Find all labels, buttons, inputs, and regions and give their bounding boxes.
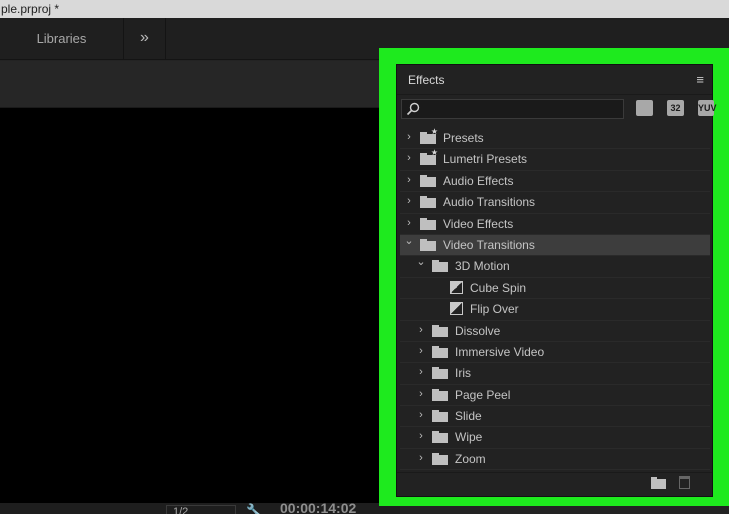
accelerated-effects-filter-button[interactable] [636, 100, 653, 116]
folder-icon [432, 410, 448, 423]
effects-tree: › ★ Presets › ★ Lumetri Presets › Audio Effects… [400, 128, 710, 474]
tree-row[interactable]: › Video Effects [400, 214, 710, 235]
tree-row-label: Flip Over [470, 302, 519, 317]
yuv-filter-button[interactable]: YUV [698, 100, 717, 116]
tree-row[interactable]: › Page Peel [400, 385, 710, 407]
tree-row[interactable]: › ★ Presets [400, 128, 710, 150]
tree-row-label: Page Peel [455, 387, 511, 402]
new-bin-icon[interactable] [651, 477, 666, 489]
chevron-right-icon[interactable]: › [416, 430, 426, 442]
tab-overflow-chevron-icon[interactable]: » [124, 18, 166, 60]
chevron-right-icon[interactable]: › [404, 152, 414, 164]
tree-row[interactable]: › Audio Transitions [400, 192, 710, 214]
tree-row[interactable]: ⌄ Video Transitions [400, 234, 710, 257]
folder-icon [432, 431, 448, 444]
chevron-right-icon[interactable]: › [404, 174, 414, 186]
tree-row-label: Slide [455, 409, 482, 424]
effects-panel-header: Effects ≡ [397, 65, 712, 95]
search-box[interactable] [401, 99, 624, 119]
tree-row-label: 3D Motion [455, 259, 510, 274]
folder-icon [420, 174, 436, 187]
32-bit-filter-button[interactable]: 32 [667, 100, 684, 116]
chevron-right-icon[interactable]: › [404, 131, 414, 143]
chevron-right-icon[interactable]: › [416, 452, 426, 464]
chevron-right-icon[interactable]: › [416, 345, 426, 357]
transition-icon [450, 302, 463, 316]
wrench-icon[interactable]: 🔧 [246, 503, 262, 514]
chevron-down-icon[interactable]: ⌄ [416, 255, 426, 268]
tree-row[interactable]: › Audio Effects [400, 171, 710, 193]
search-icon [406, 102, 420, 116]
preset-folder-icon: ★ [420, 128, 438, 144]
folder-icon [432, 367, 448, 380]
tree-row[interactable]: › Zoom [400, 449, 710, 471]
panel-title: Effects [408, 73, 445, 87]
chevron-down-icon[interactable]: ⌄ [404, 234, 414, 247]
search-row: 32 YUV [397, 95, 717, 123]
tree-row-label: Video Effects [443, 216, 514, 231]
tree-row[interactable]: › Iris [400, 363, 710, 385]
effects-panel: Effects ≡ 32 YUV › ★ Presets › ★ Lumetri Pres… [396, 64, 717, 497]
tree-row[interactable]: › Wipe [400, 427, 710, 449]
folder-icon [432, 324, 448, 337]
zoom-level-select[interactable]: 1/2 [166, 505, 236, 514]
tree-row[interactable]: › Dissolve [400, 321, 710, 342]
tree-row-label: Wipe [455, 430, 483, 445]
program-monitor-header [0, 61, 400, 108]
trash-icon[interactable] [679, 476, 690, 489]
window-title: ple.prproj * [0, 0, 729, 18]
tree-row[interactable]: › Slide [400, 406, 710, 428]
tree-row-label: Zoom [455, 451, 486, 466]
program-monitor-video [0, 108, 385, 503]
tree-row-label: Immersive Video [455, 344, 545, 359]
tree-row-label: Audio Effects [443, 173, 514, 188]
panel-footer [397, 472, 712, 496]
timecode: 00:00:14:02 [280, 503, 357, 514]
chevron-right-icon[interactable]: › [416, 366, 426, 378]
tree-row[interactable]: › ★ Lumetri Presets [400, 148, 710, 171]
folder-icon [432, 345, 448, 358]
tree-row[interactable]: Flip Over [400, 299, 710, 321]
folder-icon [432, 388, 448, 401]
tree-row-label: Iris [455, 366, 471, 381]
folder-icon [432, 452, 448, 465]
folder-icon [432, 260, 448, 273]
tree-row-label: Audio Transitions [443, 195, 536, 210]
panel-menu-icon[interactable]: ≡ [696, 72, 704, 87]
folder-icon [420, 196, 436, 209]
tree-row-label: Presets [443, 131, 484, 145]
tree-row[interactable]: Cube Spin [400, 278, 710, 300]
preset-folder-icon: ★ [420, 148, 438, 166]
tree-row-label: Lumetri Presets [443, 152, 528, 167]
tree-row[interactable]: ⌄ 3D Motion [400, 255, 710, 278]
chevron-right-icon[interactable]: › [404, 195, 414, 207]
chevron-right-icon[interactable]: › [416, 324, 426, 336]
tree-row-label: Dissolve [455, 323, 501, 338]
transition-icon [450, 280, 463, 294]
folder-icon [420, 238, 436, 251]
tab-libraries[interactable]: Libraries [0, 18, 124, 60]
folder-icon [420, 217, 436, 230]
tree-row-label: Cube Spin [470, 280, 527, 295]
chevron-right-icon[interactable]: › [416, 388, 426, 400]
chevron-right-icon[interactable]: › [416, 409, 426, 421]
tree-row-label: Video Transitions [443, 237, 535, 252]
search-input[interactable] [422, 101, 620, 117]
chevron-right-icon[interactable]: › [404, 217, 414, 229]
program-monitor-footer: 1/2 🔧 00:00:14:02 [0, 503, 400, 514]
tree-row[interactable]: › Immersive Video [400, 342, 710, 364]
